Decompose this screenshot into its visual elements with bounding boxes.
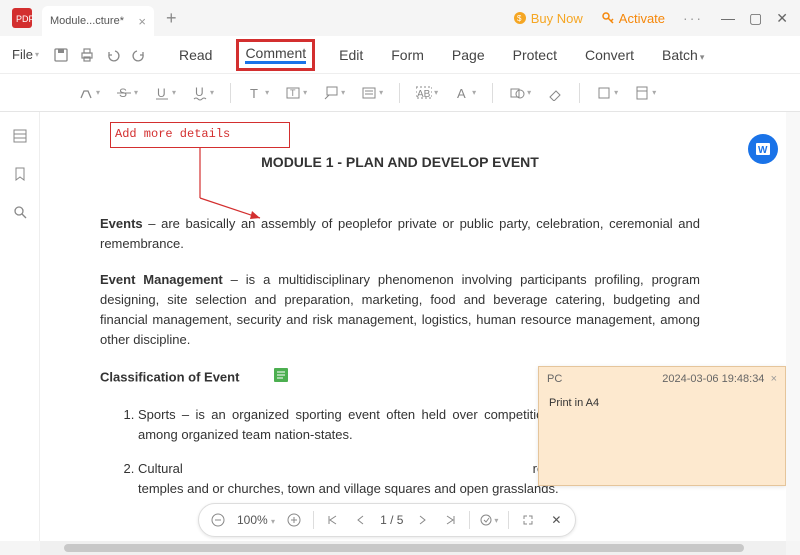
- activate-link[interactable]: Activate: [601, 11, 665, 26]
- tab-title: Module...cture*: [50, 15, 124, 27]
- tab-batch[interactable]: Batch: [658, 39, 708, 71]
- note-tool[interactable]: ▾: [355, 81, 389, 105]
- tab-edit[interactable]: Edit: [335, 39, 367, 71]
- svg-text:T: T: [290, 88, 296, 98]
- font-tool[interactable]: A▾: [448, 81, 482, 105]
- textbox-tool[interactable]: T▾: [279, 81, 313, 105]
- save-icon[interactable]: [53, 47, 69, 63]
- callout-tool[interactable]: ▾: [317, 81, 351, 105]
- svg-text:U: U: [157, 86, 166, 100]
- separator: [579, 83, 580, 103]
- attachment-tool[interactable]: ▾: [628, 81, 662, 105]
- horizontal-scrollbar[interactable]: [40, 541, 786, 555]
- last-page-button[interactable]: [441, 511, 459, 529]
- page-indicator[interactable]: 1 / 5: [380, 513, 403, 527]
- tab-form[interactable]: Form: [387, 39, 428, 71]
- shape-tool[interactable]: ▾: [503, 81, 537, 105]
- zoom-in-button[interactable]: [285, 511, 303, 529]
- next-page-button[interactable]: [413, 511, 431, 529]
- app-logo-icon: PDF: [10, 6, 34, 30]
- tab-comment-highlight: Comment: [236, 39, 315, 71]
- sticky-note-icon[interactable]: [273, 367, 289, 389]
- sticky-body[interactable]: Print in A4: [539, 391, 785, 415]
- fullscreen-button[interactable]: [519, 511, 537, 529]
- more-menu-button[interactable]: ···: [683, 10, 703, 26]
- buy-now-label: Buy Now: [531, 11, 583, 26]
- text-tool[interactable]: T▾: [241, 81, 275, 105]
- undo-icon[interactable]: [105, 47, 121, 63]
- annotation-textbox[interactable]: Add more details: [110, 122, 290, 148]
- search-icon[interactable]: [12, 204, 28, 220]
- file-label: File: [12, 47, 33, 62]
- svg-text:$: $: [517, 14, 522, 23]
- area-highlight-tool[interactable]: AB▾: [410, 81, 444, 105]
- minimize-button[interactable]: —: [721, 10, 735, 27]
- stamp-tool[interactable]: ▾: [590, 81, 624, 105]
- svg-text:W: W: [758, 145, 768, 156]
- word-export-button[interactable]: W: [748, 134, 778, 164]
- new-tab-button[interactable]: +: [166, 8, 177, 29]
- vertical-scrollbar[interactable]: [786, 112, 800, 541]
- bookmark-icon[interactable]: [12, 166, 28, 182]
- prev-page-button[interactable]: [352, 511, 370, 529]
- coin-icon: $: [513, 11, 527, 25]
- buy-now-link[interactable]: $ Buy Now: [513, 11, 583, 26]
- svg-text:U: U: [195, 85, 204, 99]
- strikethrough-tool[interactable]: S▾: [110, 81, 144, 105]
- key-icon: [601, 11, 615, 25]
- tab-close-icon[interactable]: ×: [138, 14, 146, 29]
- page-control-bar: 100% ▾ 1 / 5 ▾ ✕: [198, 503, 576, 537]
- squiggly-tool[interactable]: U▾: [186, 81, 220, 105]
- svg-text:AB: AB: [417, 89, 431, 100]
- sticky-close-icon[interactable]: ×: [771, 373, 777, 385]
- zoom-out-button[interactable]: [209, 511, 227, 529]
- separator: [492, 83, 493, 103]
- separator: [508, 511, 509, 529]
- file-menu[interactable]: File▾: [4, 47, 47, 62]
- redo-icon[interactable]: [131, 47, 147, 63]
- sticky-timestamp: 2024-03-06 19:48:34: [662, 373, 764, 385]
- tab-convert[interactable]: Convert: [581, 39, 638, 71]
- paragraph-event-management: Event Management – is a multidisciplinar…: [100, 270, 700, 351]
- document-tab[interactable]: Module...cture* ×: [42, 6, 154, 36]
- tab-page[interactable]: Page: [448, 39, 489, 71]
- first-page-button[interactable]: [324, 511, 342, 529]
- word-icon: W: [755, 141, 771, 157]
- eraser-tool[interactable]: [541, 81, 569, 105]
- print-icon[interactable]: [79, 47, 95, 63]
- tab-protect[interactable]: Protect: [509, 39, 561, 71]
- annotation-arrow-icon: [180, 148, 280, 228]
- close-toolbar-button[interactable]: ✕: [547, 511, 565, 529]
- svg-text:T: T: [250, 86, 258, 101]
- thumbnails-icon[interactable]: [12, 128, 28, 144]
- separator: [230, 83, 231, 103]
- svg-text:PDF: PDF: [16, 14, 34, 24]
- fit-view-dropdown[interactable]: ▾: [480, 511, 498, 529]
- svg-text:A: A: [457, 86, 466, 101]
- tab-comment[interactable]: Comment: [245, 45, 306, 64]
- close-button[interactable]: ✕: [776, 10, 788, 27]
- underline-tool[interactable]: U▾: [148, 81, 182, 105]
- activate-label: Activate: [619, 11, 665, 26]
- highlight-tool[interactable]: ▾: [72, 81, 106, 105]
- tab-read[interactable]: Read: [175, 39, 216, 71]
- maximize-button[interactable]: ▢: [749, 10, 762, 27]
- sticky-author: PC: [547, 373, 562, 385]
- zoom-level[interactable]: 100% ▾: [237, 513, 275, 527]
- separator: [399, 83, 400, 103]
- sticky-note-popup[interactable]: PC 2024-03-06 19:48:34 × Print in A4: [538, 366, 786, 486]
- separator: [313, 511, 314, 529]
- separator: [469, 511, 470, 529]
